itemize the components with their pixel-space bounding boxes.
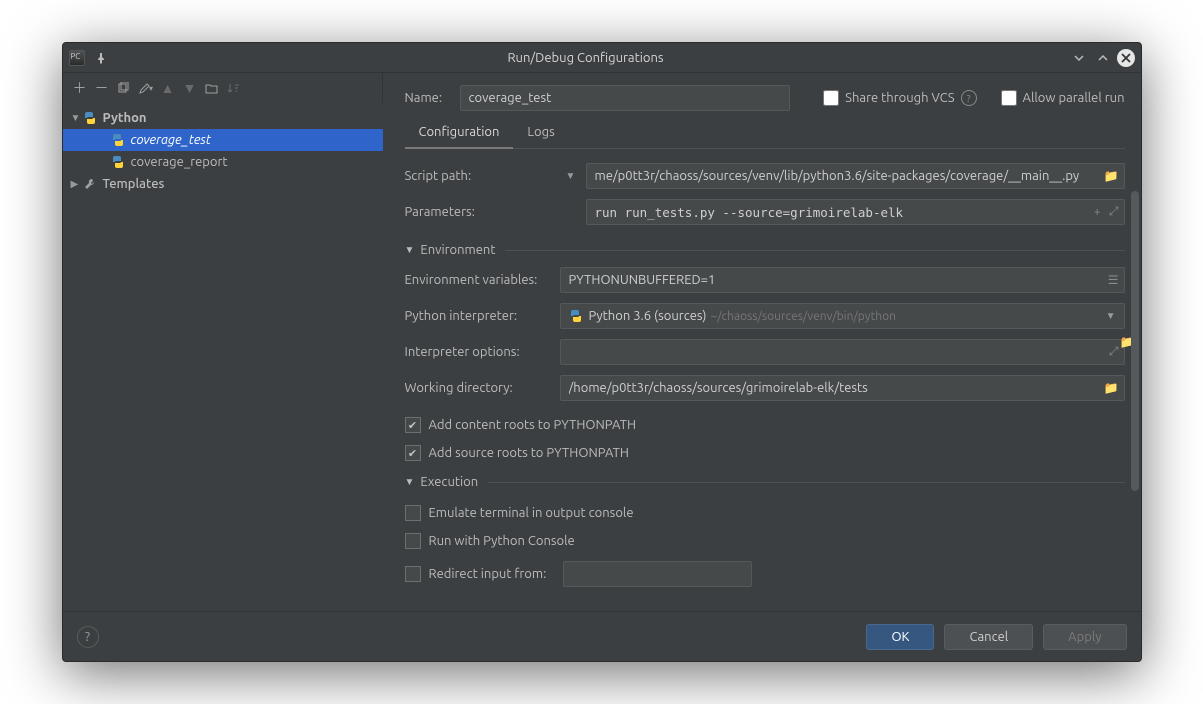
working-dir-label: Working directory: <box>405 381 560 395</box>
tree-item-coverage-report[interactable]: coverage_report <box>63 151 383 173</box>
share-vcs-checkbox[interactable]: Share through VCS ? <box>823 90 976 106</box>
scrollbar-thumb[interactable] <box>1131 191 1139 491</box>
pin-icon[interactable] <box>95 52 107 64</box>
interpreter-options-label: Interpreter options: <box>405 345 560 359</box>
chevron-down-icon: ▼ <box>1106 310 1116 322</box>
tree-node-templates[interactable]: ▶ Templates <box>63 173 383 195</box>
parameters-input[interactable] <box>586 199 1125 225</box>
script-path-label: Script path: <box>405 169 560 183</box>
expand-icon[interactable]: ⤢ <box>1109 205 1119 219</box>
help-icon[interactable]: ? <box>961 90 977 106</box>
redirect-input-field[interactable] <box>563 561 752 587</box>
config-tree: ▼ Python coverage_test coverage_report ▶… <box>63 103 383 611</box>
python-icon <box>569 309 583 323</box>
parallel-run-checkbox[interactable]: Allow parallel run <box>1001 90 1125 106</box>
parameters-label: Parameters: <box>405 205 560 219</box>
checkbox-checked-icon: ✔ <box>405 445 421 461</box>
close-icon[interactable] <box>1117 49 1135 67</box>
folder-button[interactable] <box>201 77 223 99</box>
folder-icon[interactable]: 📁 <box>1104 381 1119 395</box>
python-icon <box>111 133 125 147</box>
titlebar: Run/Debug Configurations <box>63 43 1141 73</box>
python-icon <box>83 111 97 125</box>
script-path-input[interactable] <box>586 163 1125 189</box>
move-up-button[interactable]: ▲ <box>157 77 179 99</box>
edit-defaults-button[interactable]: ▾ <box>135 77 157 99</box>
name-label: Name: <box>405 91 460 105</box>
expand-icon[interactable] <box>1093 48 1113 68</box>
plus-icon[interactable]: + <box>1094 206 1101 219</box>
chevron-right-icon: ▶ <box>71 178 83 190</box>
emulate-terminal-checkbox[interactable]: Emulate terminal in output console <box>405 505 1125 521</box>
move-down-button[interactable]: ▼ <box>179 77 201 99</box>
interpreter-dropdown[interactable]: Python 3.6 (sources) ~/chaoss/sources/ve… <box>560 303 1125 329</box>
tree-node-python[interactable]: ▼ Python <box>63 107 383 129</box>
chevron-down-icon: ▼ <box>405 476 415 488</box>
redirect-input-label: Redirect input from: <box>429 567 563 581</box>
list-icon[interactable]: ☰ <box>1108 273 1119 287</box>
source-roots-checkbox[interactable]: ✔ Add source roots to PYTHONPATH <box>405 445 1125 461</box>
apply-button[interactable]: Apply <box>1043 624 1126 650</box>
tabs: Configuration Logs <box>405 119 1125 149</box>
name-input[interactable] <box>460 85 790 111</box>
help-button[interactable]: ? <box>77 626 99 648</box>
tree-item-coverage-test[interactable]: coverage_test <box>63 129 383 151</box>
remove-config-button[interactable]: － <box>91 77 113 99</box>
dialog-buttons: ? OK Cancel Apply <box>63 611 1141 661</box>
python-icon <box>111 155 125 169</box>
tab-logs[interactable]: Logs <box>513 119 568 148</box>
add-config-button[interactable]: ＋ <box>69 77 91 99</box>
folder-icon[interactable]: 📁 <box>1104 169 1119 183</box>
expand-icon[interactable]: ⤢ <box>1109 345 1119 359</box>
copy-config-button[interactable] <box>113 77 135 99</box>
chevron-down-icon: ▼ <box>71 112 83 124</box>
app-icon <box>69 50 85 66</box>
config-form: Name: Share through VCS ? Allow parallel… <box>383 73 1141 611</box>
window-title: Run/Debug Configurations <box>107 51 1065 65</box>
tab-configuration[interactable]: Configuration <box>405 119 514 149</box>
working-dir-input[interactable] <box>560 375 1125 401</box>
content-roots-checkbox[interactable]: ✔ Add content roots to PYTHONPATH <box>405 417 1125 433</box>
checkbox-icon <box>405 505 421 521</box>
checkbox-icon <box>405 533 421 549</box>
collapse-icon[interactable] <box>1069 48 1089 68</box>
execution-section[interactable]: ▼ Execution <box>405 475 1125 489</box>
python-console-checkbox[interactable]: Run with Python Console <box>405 533 1125 549</box>
redirect-input-checkbox[interactable] <box>405 566 421 582</box>
interpreter-label: Python interpreter: <box>405 309 560 323</box>
wrench-icon <box>83 177 97 191</box>
config-toolbar: ＋ － ▾ ▲ ▼ <box>63 73 382 103</box>
sort-button[interactable] <box>223 77 245 99</box>
environment-section[interactable]: ▼ Environment <box>405 243 1125 257</box>
env-vars-input[interactable] <box>560 267 1125 293</box>
interpreter-options-input[interactable] <box>560 339 1125 365</box>
chevron-down-icon: ▼ <box>405 244 415 256</box>
checkbox-checked-icon: ✔ <box>405 417 421 433</box>
dialog-window: Run/Debug Configurations ＋ － ▾ ▲ ▼ ▼ Pyt… <box>62 42 1142 662</box>
chevron-down-icon[interactable]: ▼ <box>566 170 580 182</box>
ok-button[interactable]: OK <box>866 624 934 650</box>
cancel-button[interactable]: Cancel <box>944 624 1033 650</box>
env-vars-label: Environment variables: <box>405 273 560 287</box>
